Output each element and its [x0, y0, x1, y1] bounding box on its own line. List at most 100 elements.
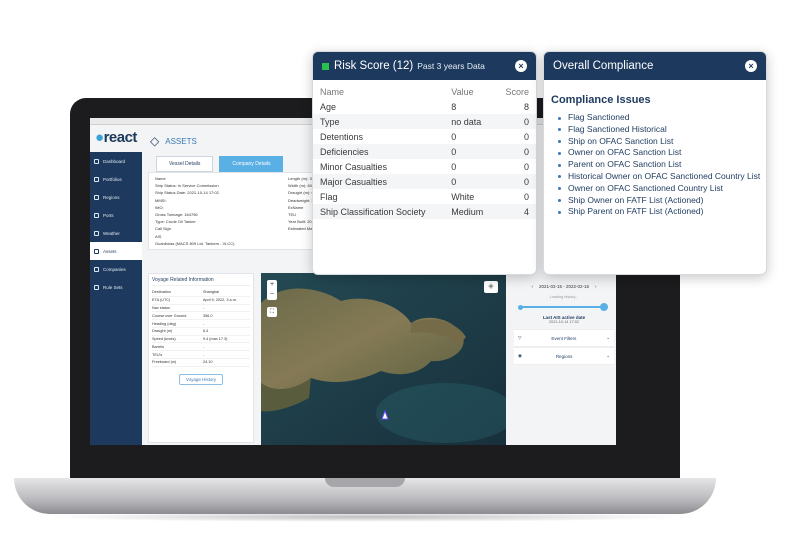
- risk-score: 0: [494, 114, 536, 129]
- voyage-key: TEU's: [152, 352, 163, 357]
- anchor-icon: [94, 212, 99, 218]
- compliance-issues-list: Flag Sanctioned Flag Sanctioned Historica…: [544, 112, 766, 218]
- map-view[interactable]: + − ⛶ ◈: [261, 273, 506, 445]
- sidebar-item-ports[interactable]: Ports: [90, 206, 142, 224]
- voyage-history-button[interactable]: Voyage History: [179, 373, 223, 385]
- compliance-issues-heading: Compliance Issues: [551, 94, 651, 106]
- voyage-key: ETA (UTC): [152, 298, 171, 303]
- sidebar-item-label: Companies: [103, 266, 126, 272]
- close-icon[interactable]: ×: [515, 60, 527, 72]
- voyage-row: Speed (knots) 9.4 (max 17.3): [152, 336, 250, 344]
- filter-icon: ▽: [518, 335, 522, 340]
- voyage-key: Course over Ground: [152, 313, 187, 318]
- tab-company-details[interactable]: Company Details: [219, 156, 284, 172]
- compliance-header: Overall Compliance ×: [544, 52, 766, 80]
- compliance-issue[interactable]: Owner on OFAC Sanction List: [558, 147, 766, 159]
- risk-row: Flag White 0: [313, 189, 536, 204]
- zoom-out-button[interactable]: −: [267, 290, 277, 300]
- compliance-issue[interactable]: Flag Sanctioned: [558, 112, 766, 124]
- vessel-field: AIS: [155, 233, 162, 239]
- compliance-issue[interactable]: Parent on OFAC Sanction List: [558, 159, 766, 171]
- col-value: Value: [451, 86, 474, 97]
- risk-name: Major Casualties: [313, 174, 445, 189]
- voyage-row: Heading (deg) -: [152, 320, 250, 328]
- voyage-key: Barrels: [152, 344, 165, 349]
- risk-table: Name Value Score Age 8 8 Type no data 0 Detent…: [313, 84, 536, 219]
- compliance-issue[interactable]: Ship Owner on FATF List (Actioned): [558, 195, 766, 207]
- voyage-title: Voyage Related Information: [152, 277, 250, 286]
- sidebar-item-portfolios[interactable]: Portfolios: [90, 170, 142, 188]
- compliance-issue[interactable]: Owner on OFAC Sanctioned Country List: [558, 183, 766, 195]
- regions-toggle[interactable]: ◉ Regions ⌄: [514, 347, 614, 365]
- risk-score: 4: [494, 204, 536, 219]
- col-score: Score: [505, 86, 529, 97]
- risk-score-subtitle: Past 3 years Data: [417, 61, 485, 71]
- app-logo[interactable]: ●react: [95, 129, 137, 146]
- sidebar-item-weather[interactable]: Weather: [90, 224, 142, 242]
- sidebar-item-companies[interactable]: Companies: [90, 260, 142, 278]
- sidebar-item-label: Weather: [103, 230, 120, 236]
- loading-text: Loading history...: [549, 295, 579, 299]
- sidebar-item-regions[interactable]: Regions: [90, 188, 142, 206]
- regions-label: Regions: [555, 353, 573, 359]
- layers-icon[interactable]: ◈: [484, 281, 498, 293]
- risk-value: 0: [444, 174, 495, 189]
- voyage-row: Course over Ground 356.0: [152, 312, 250, 321]
- vessel-field: Ship Status Date: 2021-10-14 17:02: [155, 190, 219, 196]
- risk-value: White: [451, 191, 475, 202]
- voyage-row: Nav status -: [152, 305, 250, 313]
- zoom-in-button[interactable]: +: [267, 280, 277, 290]
- risk-name: Flag: [320, 191, 338, 202]
- risk-row: Type no data 0: [313, 114, 536, 129]
- risk-score: 0: [523, 131, 529, 142]
- sidebar-item-label: Portfolios: [103, 176, 122, 182]
- risk-row: Age 8 8: [313, 99, 536, 114]
- date-range[interactable]: 2021-02-15 - 2022-02-15: [539, 284, 589, 289]
- close-icon[interactable]: ×: [745, 60, 757, 72]
- page-title: ASSETS: [165, 136, 197, 146]
- vessel-field: Name: [155, 176, 166, 181]
- voyage-value: -: [202, 344, 205, 349]
- compliance-issue[interactable]: Historical Owner on OFAC Sanctioned Coun…: [558, 171, 766, 183]
- slider-end-handle[interactable]: [600, 303, 608, 311]
- sidebar-item-dashboard[interactable]: Dashboard: [90, 152, 142, 170]
- location-icon: [94, 194, 99, 200]
- page-header: ◇ ASSETS: [150, 134, 197, 148]
- compliance-issue[interactable]: Ship on OFAC Sanction List: [558, 136, 766, 148]
- compliance-issue[interactable]: Ship Parent on FATF List (Actioned): [558, 206, 766, 218]
- next-chevron-icon[interactable]: ›: [595, 284, 597, 289]
- voyage-value: -: [202, 352, 205, 357]
- date-range-bar: ‹ 2021-02-15 - 2022-02-15 ›: [514, 284, 614, 289]
- compliance-title: Overall Compliance: [553, 60, 654, 72]
- slider-start-handle[interactable]: [518, 304, 523, 310]
- risk-row: Minor Casualties 0 0: [313, 159, 536, 174]
- status-square-icon: [322, 62, 329, 70]
- risk-value: Medium: [444, 204, 495, 219]
- prev-chevron-icon[interactable]: ‹: [531, 284, 533, 289]
- sidebar-item-rule-sets[interactable]: Rule Sets: [90, 278, 142, 296]
- vessel-field: IMO:: [155, 204, 164, 210]
- voyage-value: -: [202, 321, 205, 326]
- fullscreen-icon[interactable]: ⛶: [267, 307, 277, 317]
- event-filters-label: Event Filters: [551, 335, 577, 341]
- risk-name: Ship Classification Society: [313, 204, 445, 219]
- laptop-notch: [325, 478, 405, 487]
- risk-value: no data: [444, 114, 495, 129]
- vessel-field: Ship Status: In Service Commission: [155, 183, 219, 189]
- vessel-field: Guardiolas (MACS 809 Ltd. Tankers - VLCC…: [155, 240, 235, 246]
- weather-icon: [94, 230, 99, 236]
- col-name: Name: [320, 86, 345, 97]
- building-icon: [94, 266, 99, 272]
- voyage-value: 6.4: [202, 329, 209, 334]
- compliance-issue[interactable]: Flag Sanctioned Historical: [558, 124, 766, 136]
- logo-text: react: [103, 129, 138, 146]
- voyage-info-card: Voyage Related Information Destination Sh…: [148, 273, 254, 443]
- event-filters-toggle[interactable]: ▽ Event Filters ⌄: [514, 329, 614, 347]
- vessel-field: MMSI:: [155, 197, 167, 203]
- sidebar-item-assets[interactable]: Assets: [90, 242, 142, 260]
- risk-value: 0: [451, 131, 457, 142]
- risk-score-header: Risk Score (12) Past 3 years Data ×: [313, 52, 536, 80]
- tab-vessel-details[interactable]: Vessel Details: [156, 156, 214, 172]
- history-slider[interactable]: [514, 302, 614, 312]
- voyage-row: TEU's -: [152, 351, 250, 360]
